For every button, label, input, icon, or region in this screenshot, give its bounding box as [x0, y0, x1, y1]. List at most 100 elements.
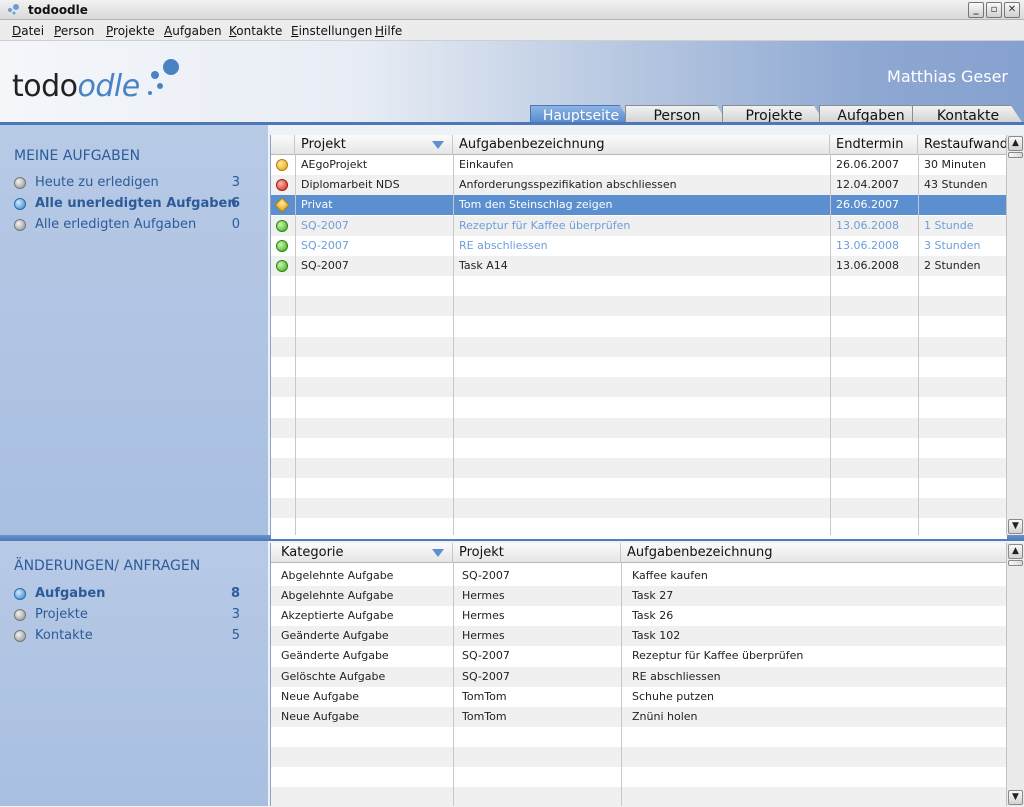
orange-status-icon — [276, 159, 288, 171]
empty-row — [271, 458, 1007, 478]
cell-endtermin: 13.06.2008 — [836, 218, 899, 232]
empty-row — [271, 377, 1007, 398]
title-bar: todoodle _ ▫ ✕ — [0, 0, 1024, 20]
sidebar-item-heute[interactable]: Heute zu erledigen 3 — [14, 175, 244, 193]
table-row[interactable]: Geänderte Aufgabe Hermes Task 102 — [271, 626, 1007, 647]
empty-row — [271, 296, 1007, 317]
table-row[interactable]: Neue Aufgabe TomTom Znüni holen — [271, 706, 1007, 727]
scroll-thumb[interactable] — [1008, 152, 1023, 158]
header-endtermin[interactable]: Endtermin — [830, 135, 918, 155]
scroll-up-icon[interactable]: ▲ — [1008, 544, 1023, 559]
cell-restaufwand: 30 Minuten — [924, 158, 987, 171]
tasks-table: Projekt Aufgabenbezeichnung Endtermin Re… — [270, 135, 1008, 539]
sidebar-item-count: 8 — [230, 586, 240, 601]
sidebar-item-count: 3 — [231, 607, 240, 622]
scroll-down-icon[interactable]: ▼ — [1008, 790, 1023, 805]
sidebar-title-tasks: MEINE AUFGABEN — [14, 148, 141, 164]
user-name[interactable]: Matthias Geser — [887, 67, 1008, 86]
cell-aufgabe: Kaffee kaufen — [632, 569, 708, 582]
scroll-up-icon[interactable]: ▲ — [1008, 136, 1023, 151]
sidebar-item-unerledigt[interactable]: Alle unerledigten Aufgaben 6 — [14, 196, 244, 214]
table-row[interactable]: Gelöschte Aufgabe SQ-2007 RE abschliessen — [271, 666, 1007, 687]
empty-row — [271, 746, 1007, 767]
menu-kontakte[interactable]: Kontakte — [229, 24, 282, 38]
sidebar-item-count: 6 — [230, 196, 240, 211]
sidebar-item-erledigt[interactable]: Alle erledigten Aufgaben 0 — [14, 217, 244, 235]
table-row[interactable]: Diplomarbeit NDS Anforderungsspezifikatio… — [271, 175, 1007, 196]
sidebar-item-label: Alle unerledigten Aufgaben — [35, 196, 237, 211]
cell-aufgabe: Rezeptur für Kaffee überprüfen — [632, 649, 804, 663]
header-projekt[interactable]: Projekt — [453, 543, 621, 563]
column-divider — [453, 563, 454, 806]
sidebar-item-count: 3 — [231, 175, 240, 190]
green-status-icon — [276, 219, 288, 232]
gray-bullet-icon — [14, 177, 26, 189]
cell-restaufwand: 1 Stunde — [924, 218, 974, 232]
scroll-thumb[interactable] — [1008, 560, 1023, 566]
menu-hilfe[interactable]: Hilfe — [375, 24, 402, 38]
cell-endtermin: 26.06.2007 — [836, 198, 899, 212]
table-row[interactable]: Akzeptierte Aufgabe Hermes Task 26 — [271, 606, 1007, 627]
menu-aufgaben[interactable]: Aufgaben — [164, 24, 222, 38]
menu-person[interactable]: Person — [54, 24, 94, 38]
header-kategorie[interactable]: Kategorie — [271, 543, 453, 563]
cell-kategorie: Neue Aufgabe — [281, 709, 360, 723]
table-row[interactable]: Privat Tom den Steinschlag zeigen 26.06.20… — [271, 195, 1007, 216]
column-divider — [295, 155, 296, 535]
cell-projekt: TomTom — [462, 689, 507, 703]
empty-row — [271, 316, 1007, 337]
header-aufgabenbezeichnung[interactable]: Aufgabenbezeichnung — [453, 135, 830, 155]
header-status[interactable] — [271, 135, 295, 155]
table-row[interactable]: SQ-2007 Rezeptur für Kaffee überprüfen 13.… — [271, 215, 1007, 236]
header-projekt[interactable]: Projekt — [295, 135, 453, 155]
header-restaufwand[interactable]: Restaufwand — [918, 135, 1008, 155]
cell-aufgabe: Znüni holen — [632, 709, 698, 723]
empty-row — [271, 357, 1007, 377]
minimize-button[interactable]: _ — [968, 2, 984, 18]
window-title: todoodle — [28, 3, 88, 17]
table-row[interactable]: SQ-2007 RE abschliessen 13.06.2008 3 Stunde… — [271, 235, 1007, 256]
menu-datei[interactable]: Datei — [12, 24, 44, 38]
cell-restaufwand: 2 Stunden — [924, 259, 981, 272]
table-row[interactable]: AEgoProjekt Einkaufen 26.06.2007 30 Minuten — [271, 155, 1007, 175]
header-aufgabenbezeichnung[interactable]: Aufgabenbezeichnung — [621, 543, 1007, 563]
app-icon — [8, 4, 19, 15]
empty-row — [271, 397, 1007, 418]
cell-aufgabe: Anforderungsspezifikation abschliessen — [459, 178, 677, 192]
cell-kategorie: Geänderte Aufgabe — [281, 629, 389, 643]
tasks-scrollbar[interactable]: ▲ ▼ — [1006, 135, 1024, 535]
sidebar-item-kontakte[interactable]: Kontakte 5 — [14, 628, 244, 646]
sidebar-item-label: Kontakte — [35, 628, 93, 643]
cell-projekt: SQ-2007 — [301, 238, 349, 252]
cell-projekt: Hermes — [462, 609, 505, 623]
sidebar-item-aufgaben[interactable]: Aufgaben 8 — [14, 586, 244, 604]
cell-endtermin: 12.04.2007 — [836, 178, 899, 192]
cell-aufgabe: Task A14 — [459, 259, 508, 272]
table-header: Projekt Aufgabenbezeichnung Endtermin Re… — [271, 135, 1008, 155]
restore-button[interactable]: ▫ — [986, 2, 1002, 18]
table-row[interactable]: Abgelehnte Aufgabe Hermes Task 27 — [271, 586, 1007, 607]
sidebar-item-label: Alle erledigten Aufgaben — [35, 217, 197, 232]
cell-projekt: TomTom — [462, 709, 507, 723]
cell-endtermin: 26.06.2007 — [836, 158, 899, 171]
table-row[interactable]: Neue Aufgabe TomTom Schuhe putzen — [271, 686, 1007, 707]
cell-aufgabe: Task 102 — [632, 629, 681, 643]
menu-projekte[interactable]: Projekte — [106, 24, 155, 38]
cell-restaufwand: 3 Stunden — [924, 238, 981, 252]
sidebar-item-count: 5 — [231, 628, 240, 643]
changes-scrollbar[interactable]: ▲ ▼ — [1006, 543, 1024, 806]
cell-projekt: SQ-2007 — [462, 569, 510, 582]
scroll-down-icon[interactable]: ▼ — [1008, 519, 1023, 534]
table-row[interactable]: Abgelehnte Aufgabe SQ-2007 Kaffee kaufen — [271, 566, 1007, 586]
empty-row — [271, 417, 1007, 438]
close-button[interactable]: ✕ — [1004, 2, 1020, 18]
sidebar-item-projekte[interactable]: Projekte 3 — [14, 607, 244, 625]
table-row[interactable]: SQ-2007 Task A14 13.06.2008 2 Stunden — [271, 256, 1007, 276]
table-row[interactable]: Geänderte Aufgabe SQ-2007 Rezeptur für Kaf… — [271, 646, 1007, 667]
menu-einstellungen[interactable]: Einstellungen — [291, 24, 372, 38]
cell-aufgabe: RE abschliessen — [632, 669, 721, 683]
column-divider — [918, 155, 919, 535]
gray-bullet-icon — [14, 609, 26, 621]
cell-aufgabe: Schuhe putzen — [632, 689, 714, 703]
empty-row — [271, 787, 1007, 807]
